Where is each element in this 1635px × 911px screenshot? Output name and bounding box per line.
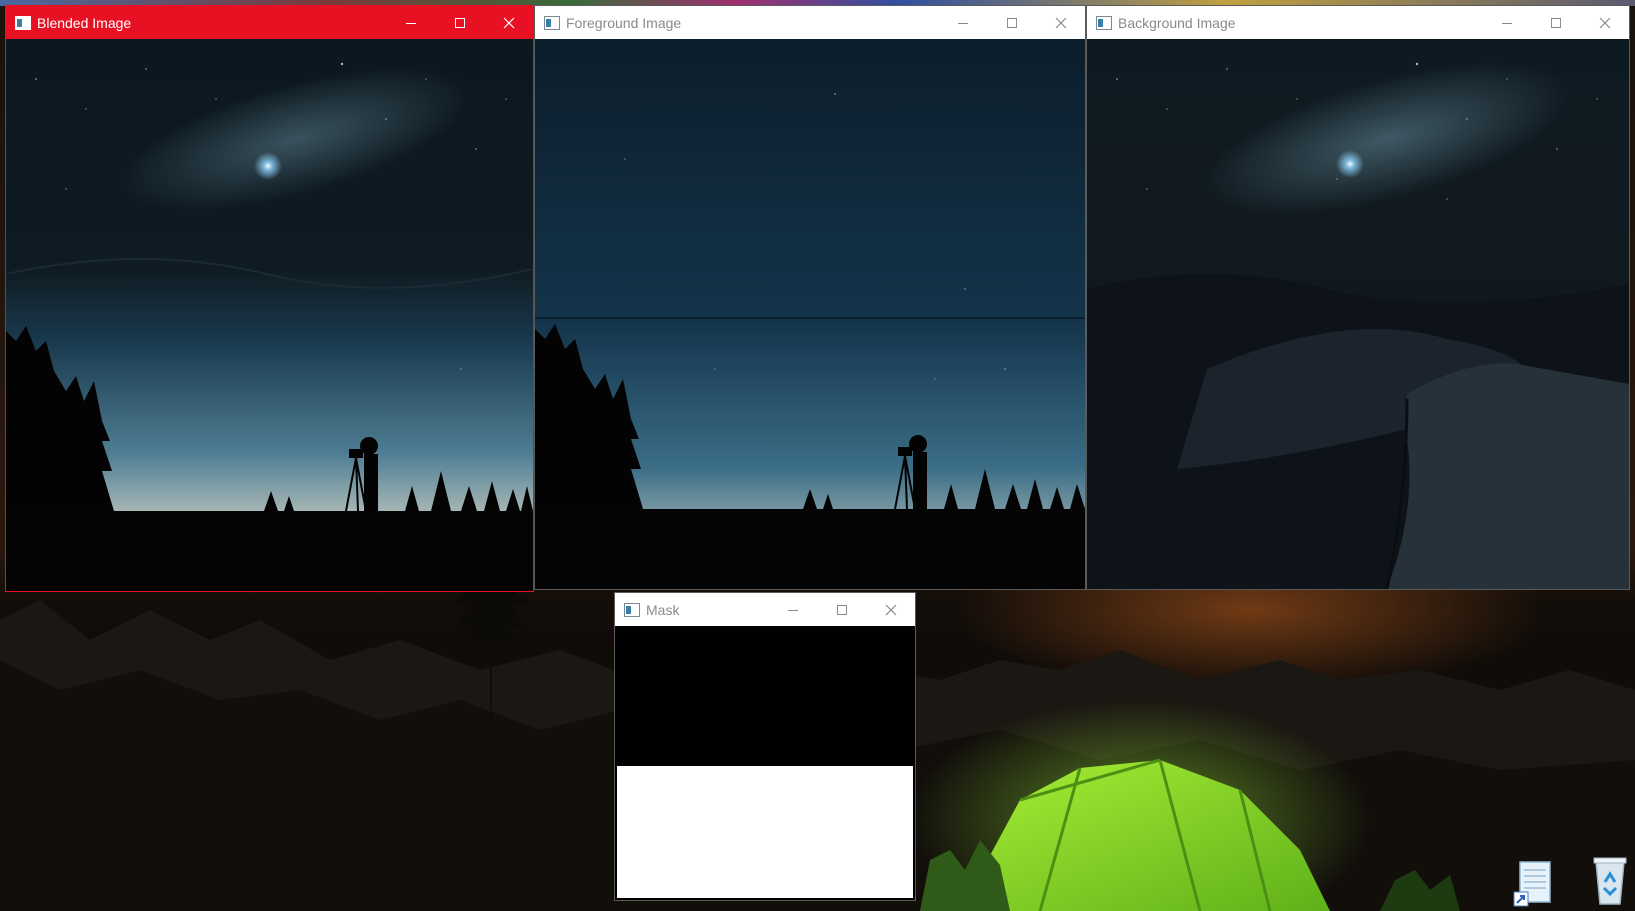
minimize-icon (957, 22, 968, 24)
close-icon (885, 604, 896, 615)
maximize-button[interactable] (817, 593, 866, 626)
notepad-shortcut-icon[interactable] (1508, 858, 1558, 911)
app-window-icon (624, 602, 640, 617)
minimize-button[interactable] (386, 6, 435, 39)
maximize-icon (1006, 17, 1017, 28)
minimize-icon (405, 22, 416, 24)
maximize-icon (1550, 17, 1561, 28)
minimize-icon (787, 609, 798, 611)
mask-titlebar[interactable]: Mask (615, 593, 915, 626)
recycle-bin-icon[interactable] (1590, 854, 1630, 911)
maximize-icon (836, 604, 847, 615)
maximize-button[interactable] (1531, 6, 1580, 39)
app-window-icon (15, 15, 31, 30)
window-title: Foreground Image (566, 14, 682, 31)
blended-image-titlebar[interactable]: Blended Image (6, 6, 533, 39)
maximize-button[interactable] (435, 6, 484, 39)
maximize-icon (454, 17, 465, 28)
blended-image-window[interactable]: Blended Image (5, 5, 534, 592)
mask-canvas (615, 626, 915, 900)
close-button[interactable] (866, 593, 915, 626)
blended-image-canvas (6, 39, 533, 591)
minimize-button[interactable] (768, 593, 817, 626)
foreground-image-titlebar[interactable]: Foreground Image (535, 6, 1085, 39)
close-icon (503, 17, 514, 28)
close-button[interactable] (484, 6, 533, 39)
window-title: Blended Image (37, 14, 132, 31)
maximize-button[interactable] (987, 6, 1036, 39)
foreground-image-window[interactable]: Foreground Image (534, 5, 1086, 590)
close-icon (1055, 17, 1066, 28)
close-icon (1599, 17, 1610, 28)
minimize-button[interactable] (938, 6, 987, 39)
minimize-icon (1501, 22, 1512, 24)
mask-window[interactable]: Mask (614, 592, 916, 901)
close-button[interactable] (1580, 6, 1629, 39)
app-window-icon (544, 15, 560, 30)
window-title: Background Image (1118, 14, 1236, 31)
foreground-image-canvas (535, 39, 1085, 589)
window-title: Mask (646, 601, 680, 618)
background-image-canvas (1087, 39, 1629, 589)
minimize-button[interactable] (1482, 6, 1531, 39)
close-button[interactable] (1036, 6, 1085, 39)
background-image-window[interactable]: Background Image (1086, 5, 1630, 590)
background-image-titlebar[interactable]: Background Image (1087, 6, 1629, 39)
app-window-icon (1096, 15, 1112, 30)
